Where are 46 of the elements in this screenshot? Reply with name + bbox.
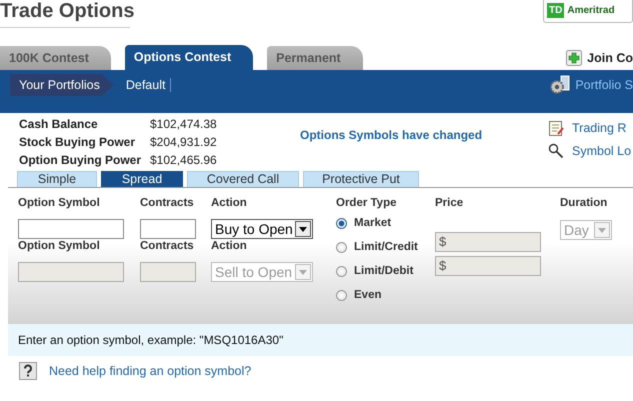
field-label: Contracts <box>140 197 195 211</box>
contracts-field[interactable] <box>140 219 196 239</box>
action-dropdown[interactable]: Buy to Open <box>211 219 313 239</box>
notepad-icon <box>548 119 564 137</box>
join-contest-link[interactable]: Join Co <box>587 50 633 64</box>
field-label: Action <box>211 197 248 211</box>
logo-badge: TD <box>547 3 564 18</box>
balance-value: $102,465.96 <box>150 153 218 169</box>
balance-label: Option Buying Power <box>19 153 142 169</box>
balance-label: Cash Balance <box>19 117 99 133</box>
symbol-field[interactable] <box>18 219 124 239</box>
portfolios-breadcrumb[interactable]: Your Portfolios <box>10 74 114 96</box>
field-label: Order Type <box>336 197 398 211</box>
field-label: Contracts <box>140 240 195 254</box>
price-field[interactable]: $ <box>435 232 541 252</box>
help-link[interactable]: Need help finding an option symbol? <box>49 364 252 378</box>
portfolio-name[interactable]: Default <box>126 78 166 92</box>
order-tab[interactable]: Protective Put <box>303 171 419 187</box>
plus-icon <box>566 50 582 66</box>
order-type-radio[interactable]: Limit/Debit <box>336 265 435 277</box>
order-tab[interactable]: Simple <box>17 171 97 187</box>
portfolio-settings-link[interactable]: Portfolio S <box>575 78 633 92</box>
search-icon <box>548 143 564 159</box>
field-label: Price <box>435 197 464 211</box>
hint-text: Enter an option symbol, example: "MSQ1016A30" <box>18 333 284 347</box>
notice-link[interactable]: Options Symbols have changed <box>300 128 526 171</box>
balance-label: Stock Buying Power <box>19 135 136 151</box>
help-icon <box>19 362 37 380</box>
order-tab[interactable]: Spread <box>101 171 183 187</box>
contest-tab[interactable]: Options Contest <box>124 45 254 70</box>
balance-value: $102,474.38 <box>150 117 218 133</box>
logo-text: Ameritrad <box>567 5 615 16</box>
side-link[interactable]: Trading R <box>572 121 626 135</box>
field-label: Action <box>211 240 248 254</box>
field-label: Option Symbol <box>18 197 101 211</box>
side-link[interactable]: Symbol Lo <box>572 144 632 158</box>
settings-icon <box>547 75 572 95</box>
order-tab[interactable]: Covered Call <box>187 171 299 187</box>
field-label: Option Symbol <box>18 240 101 254</box>
order-type-radio[interactable]: Market <box>336 217 435 229</box>
order-type-radio[interactable]: Limit/Credit <box>336 241 435 253</box>
balance-value: $204,931.92 <box>150 135 218 151</box>
price-field[interactable]: $ <box>435 256 541 276</box>
order-type-radio[interactable]: Even <box>336 289 435 301</box>
logo[interactable]: TD Ameritrad <box>543 0 633 23</box>
field-label: Duration <box>560 197 608 211</box>
